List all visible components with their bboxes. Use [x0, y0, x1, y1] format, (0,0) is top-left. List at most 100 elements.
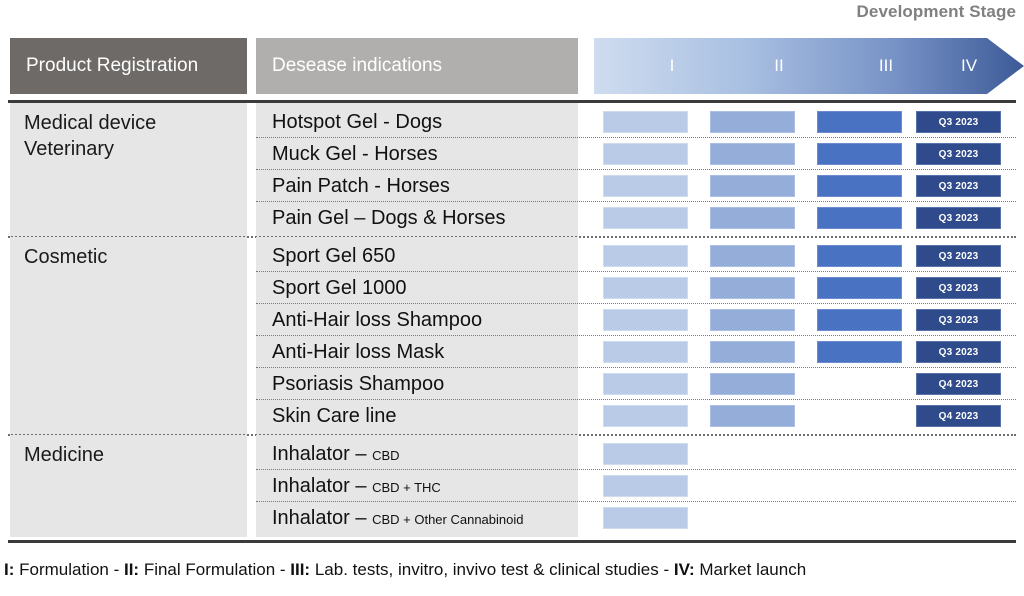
stage-bar-date-label: Q3 2023 [938, 117, 979, 128]
indication-label: Inhalator – CBD [272, 443, 400, 465]
indication-label: Psoriasis Shampoo [272, 373, 445, 395]
indication-label: Anti-Hair loss Shampoo [272, 309, 483, 331]
indication-label: Anti-Hair loss Mask [272, 341, 445, 363]
stage-bar-4: Q3 2023 [916, 175, 1001, 197]
header-product-registration: Product Registration [10, 38, 247, 94]
indication-label: Muck Gel - Horses [272, 143, 438, 165]
indication-label: Sport Gel 650 [272, 245, 396, 267]
table-header: Product Registration Desease indications… [0, 38, 1024, 94]
indication-label: Hotspot Gel - Dogs [272, 111, 443, 133]
stage-bar-1 [603, 443, 688, 465]
indication-sublabel: CBD + Other Cannabinoid [372, 512, 524, 527]
stage-bar-1 [603, 475, 688, 497]
stage-bar-4: Q3 2023 [916, 309, 1001, 331]
legend-separator: - [275, 560, 291, 579]
legend-tag: IV: [673, 560, 695, 579]
stage-bar-2 [710, 143, 795, 165]
stage-bar-date-label: Q3 2023 [938, 283, 979, 294]
stage-bar-date-label: Q4 2023 [938, 379, 979, 390]
legend-text: Market launch [694, 560, 807, 579]
stage-bar-4: Q3 2023 [916, 207, 1001, 229]
table-row: Inhalator – CBD + THC [0, 470, 1024, 502]
roadmap-table-body: Medical device Veterinary Hotspot Gel - Do… [0, 103, 1024, 540]
indication-label: Sport Gel 1000 [272, 277, 407, 299]
stage-bar-3 [817, 245, 902, 267]
stage-label-4: IV [960, 56, 978, 75]
stage-bar-date-label: Q3 2023 [938, 213, 979, 224]
legend-separator: - [108, 560, 124, 579]
indication-label: Pain Gel – Dogs & Horses [272, 207, 506, 229]
stage-bar-4: Q4 2023 [916, 373, 1001, 395]
stage-bar-2 [710, 111, 795, 133]
stage-bar-2 [710, 341, 795, 363]
stage-bar-3 [817, 309, 902, 331]
legend-separator: - [658, 560, 674, 579]
stage-bar-4: Q3 2023 [916, 111, 1001, 133]
indication-label: Pain Patch - Horses [272, 175, 450, 197]
table-row: Hotspot Gel - Dogs Q3 2023 [0, 106, 1024, 138]
stage-bar-2 [710, 277, 795, 299]
stage-bar-4: Q3 2023 [916, 277, 1001, 299]
stage-bar-date-label: Q4 2023 [938, 411, 979, 422]
table-row: Anti-Hair loss Mask Q3 2023 [0, 336, 1024, 368]
indication-sublabel: CBD [372, 448, 400, 463]
stage-label-2: II [774, 56, 784, 75]
development-stage-arrow: I II III IV [594, 38, 1024, 94]
stage-bar-date-label: Q3 2023 [938, 149, 979, 160]
stage-bar-3 [817, 175, 902, 197]
stage-bar-4: Q3 2023 [916, 143, 1001, 165]
stage-bar-date-label: Q3 2023 [938, 315, 979, 326]
table-row: Skin Care line Q4 2023 [0, 400, 1024, 432]
stage-bar-1 [603, 245, 688, 267]
indication-label: Skin Care line [272, 405, 397, 427]
stage-bar-3 [817, 277, 902, 299]
stage-legend: I: Formulation - II: Final Formulation -… [4, 560, 1020, 580]
table-row: Inhalator – CBD + Other Cannabinoid [0, 502, 1024, 534]
legend-text: Final Formulation [139, 560, 276, 579]
legend-text: Formulation [14, 560, 109, 579]
table-row: Anti-Hair loss Shampoo Q3 2023 [0, 304, 1024, 336]
table-row: Sport Gel 1000 Q3 2023 [0, 272, 1024, 304]
table-row: Psoriasis Shampoo Q4 2023 [0, 368, 1024, 400]
stage-bar-1 [603, 405, 688, 427]
indication-sublabel: CBD + THC [372, 480, 441, 495]
page-title: Development Stage [856, 2, 1016, 21]
footer-divider-rule [8, 540, 1016, 543]
stage-bar-2 [710, 405, 795, 427]
stage-bar-1 [603, 341, 688, 363]
stage-bar-date-label: Q3 2023 [938, 251, 979, 262]
table-row: Pain Patch - Horses Q3 2023 [0, 170, 1024, 202]
stage-bar-1 [603, 207, 688, 229]
stage-bar-3 [817, 111, 902, 133]
legend-tag: I: [4, 560, 15, 579]
stage-bar-date-label: Q3 2023 [938, 347, 979, 358]
stage-bar-3 [817, 143, 902, 165]
table-row: Inhalator – CBD [0, 438, 1024, 470]
table-row: Sport Gel 650 Q3 2023 [0, 240, 1024, 272]
stage-bar-1 [603, 175, 688, 197]
stage-bar-1 [603, 309, 688, 331]
legend-text: Lab. tests, invitro, invivo test & clini… [310, 560, 659, 579]
roadmap-group: Medicine Inhalator – CBD Inhalator – CBD +… [0, 435, 1024, 537]
stage-bar-1 [603, 111, 688, 133]
roadmap-group: Cosmetic Sport Gel 650 Q3 2023 Sport Gel 10… [0, 237, 1024, 435]
stage-bar-1 [603, 507, 688, 529]
table-row: Pain Gel – Dogs & Horses Q3 2023 [0, 202, 1024, 234]
stage-bar-2 [710, 373, 795, 395]
stage-bar-4: Q3 2023 [916, 245, 1001, 267]
indication-label: Inhalator – CBD + THC [272, 475, 441, 497]
stage-bar-3 [817, 341, 902, 363]
stage-bar-2 [710, 245, 795, 267]
stage-bar-4: Q4 2023 [916, 405, 1001, 427]
stage-bar-2 [710, 175, 795, 197]
legend-tag: II: [123, 560, 140, 579]
stage-bar-1 [603, 277, 688, 299]
stage-bar-2 [710, 207, 795, 229]
header-disease-indications: Desease indications [256, 38, 578, 94]
stage-bar-2 [710, 309, 795, 331]
legend-tag: III: [290, 560, 311, 579]
stage-bar-1 [603, 373, 688, 395]
stage-bar-3 [817, 207, 902, 229]
stage-label-3: III [878, 56, 894, 75]
roadmap-group: Medical device Veterinary Hotspot Gel - Do… [0, 103, 1024, 237]
